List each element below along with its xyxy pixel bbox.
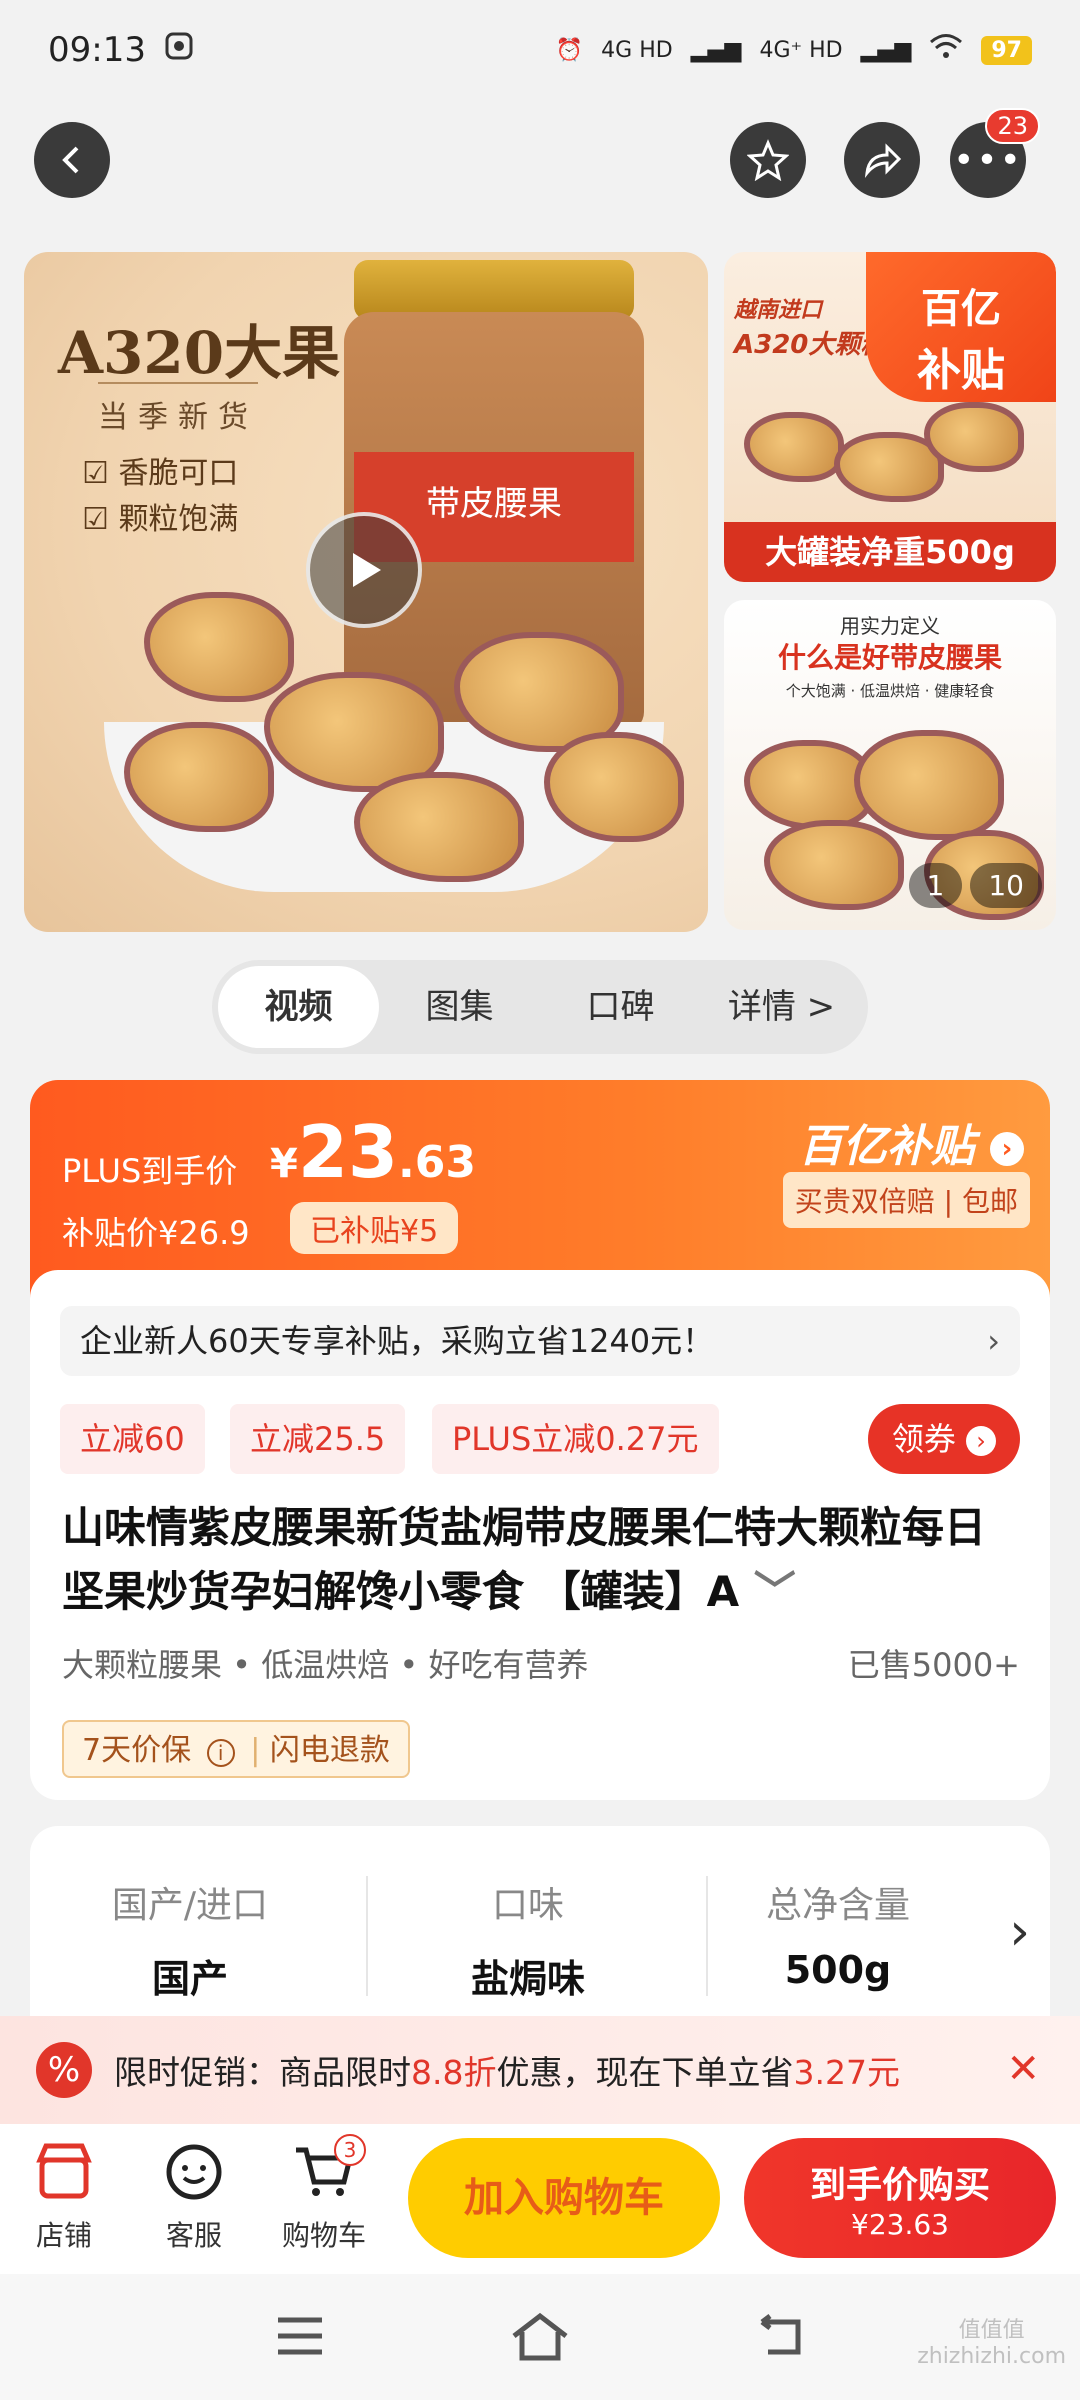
image-bullet-2: ☑ 颗粒饱满 (82, 502, 239, 537)
share-icon (864, 143, 902, 178)
cashew (764, 820, 904, 910)
spec-origin: 国产/进口 国产 (111, 1885, 269, 2001)
spec-flavor: 口味 盐焗味 (470, 1885, 585, 2001)
cashew (854, 730, 1004, 840)
product-info-card: 企业新人60天专享补贴，采购立省1240元！ › 立减60 立减25.5 PLU… (30, 1270, 1050, 1800)
coupon-3[interactable]: PLUS立减0.27元 (432, 1404, 719, 1474)
notification-icon (164, 30, 194, 70)
jar-lid (354, 260, 634, 320)
media-tabs: 视频 图集 口碑 详情 > (212, 960, 868, 1054)
play-icon (353, 553, 381, 587)
product-title[interactable]: 山味情紫皮腰果新货盐焗带皮腰果仁特大颗粒每日坚果炒货孕妇解馋小零食 【罐装】A … (62, 1496, 1022, 1624)
signal1-icon: ▂▄▆ (690, 37, 742, 63)
side1-line2: A320大颗粒 (734, 330, 887, 360)
image-bullet-1: ☑ 香脆可口 (82, 456, 239, 491)
chevron-right-icon: › (966, 1426, 996, 1456)
status-bar: 09:13 ⏰ 4G HD ▂▄▆ 4G⁺ HD ▂▄▆ 97 (0, 0, 1080, 100)
sold-count: 已售5000+ (847, 1646, 1020, 1684)
price-guarantee: 买贵双倍赔 | 包邮 (782, 1172, 1030, 1228)
get-coupon-button[interactable]: 领券 › (867, 1404, 1020, 1474)
product-gallery: 带皮腰果 A320大果 当季新货 ☑ 香脆可口 ☑ 颗粒饱满 越南进口 A320… (0, 240, 1080, 940)
close-icon[interactable]: ✕ (1006, 2046, 1040, 2092)
favorite-button[interactable] (730, 122, 806, 198)
back-nav-icon[interactable] (752, 2312, 808, 2364)
play-video-button[interactable] (306, 512, 422, 628)
share-button[interactable] (844, 122, 920, 198)
side2-tags: 个大饱满 · 低温烘焙 · 健康轻食 (785, 682, 995, 700)
signal1-label: 4G HD (601, 37, 673, 63)
plus-price-label: PLUS到手价 (62, 1152, 238, 1190)
status-icons: ⏰ 4G HD ▂▄▆ 4G⁺ HD ▂▄▆ 97 (556, 33, 1032, 67)
subsidy-price: 补贴价¥26.9 (62, 1214, 250, 1252)
protection-badge[interactable]: 7天价保 i | 闪电退款 (62, 1720, 410, 1778)
cashew (744, 412, 844, 482)
home-icon[interactable] (510, 2312, 570, 2366)
add-to-cart-button[interactable]: 加入购物车 (408, 2138, 720, 2258)
tab-reviews[interactable]: 口碑 (540, 966, 701, 1048)
shop-button[interactable]: 店铺 (14, 2142, 114, 2254)
cart-count-badge: 3 (334, 2134, 366, 2166)
back-button[interactable] (34, 122, 110, 198)
tab-gallery[interactable]: 图集 (379, 966, 540, 1048)
tab-details[interactable]: 详情 > (701, 966, 862, 1048)
side-image-1[interactable]: 越南进口 A320大颗粒 大罐装净重500g 百亿 补贴 (724, 252, 1056, 582)
limited-promo-banner[interactable]: % 限时促销：商品限时 8.8折 优惠，现在下单立省 3.27元 ✕ (0, 2016, 1080, 2124)
signal2-icon: ▂▄▆ (860, 37, 912, 63)
chevron-right-icon: › (990, 1132, 1024, 1166)
battery-icon: 97 (981, 35, 1032, 65)
more-button[interactable]: ••• 23 (950, 108, 1040, 198)
more-icon: ••• (953, 139, 1023, 181)
image-pager: 1 10 (908, 863, 1042, 908)
pager-current: 1 (908, 863, 963, 908)
wifi-icon (929, 33, 963, 67)
system-nav-bar: 值值值 zhizhizhi.com (0, 2274, 1080, 2400)
coupon-2[interactable]: 立减25.5 (230, 1404, 406, 1474)
cashew (144, 592, 294, 702)
percent-icon: % (36, 2042, 92, 2098)
customer-service-button[interactable]: 客服 (144, 2142, 244, 2254)
chevron-left-icon (62, 146, 79, 174)
side-image-2[interactable]: 用实力定义 什么是好带皮腰果 个大饱满 · 低温烘焙 · 健康轻食 1 10 (724, 600, 1056, 930)
cart-button[interactable]: 3 购物车 (274, 2134, 374, 2254)
bottom-action-bar: 店铺 客服 3 购物车 加入购物车 到手价购买 ¥23.63 (0, 2124, 1080, 2274)
buy-now-button[interactable]: 到手价购买 ¥23.63 (744, 2138, 1056, 2258)
clock: 09:13 (48, 30, 146, 70)
chevron-right-icon: › (1009, 1902, 1030, 1962)
shop-icon (36, 2143, 92, 2199)
side1-line1: 越南进口 (734, 298, 823, 323)
plus-price: ¥23.63 (270, 1110, 476, 1194)
menu-icon[interactable] (272, 2312, 328, 2364)
chevron-down-icon: ﹀ (753, 1567, 796, 1616)
product-tags: 大颗粒腰果 • 低温烘焙 • 好吃有营养 (62, 1646, 589, 1684)
billion-subsidy-link[interactable]: 百亿补贴 › (799, 1110, 1024, 1174)
image-title: A320大果 (58, 319, 341, 387)
tab-video[interactable]: 视频 (218, 966, 379, 1048)
side2-line2: 什么是好带皮腰果 (777, 641, 1002, 674)
signal2-label: 4G⁺ HD (759, 37, 843, 63)
alarm-icon: ⏰ (555, 37, 584, 63)
chevron-right-icon: › (987, 1322, 1000, 1360)
watermark: 值值值 zhizhizhi.com (917, 2318, 1066, 2369)
spec-weight: 总净含量 500g (765, 1885, 910, 1992)
star-icon (747, 139, 789, 181)
info-icon: i (206, 1739, 235, 1767)
coupon-1[interactable]: 立减60 (60, 1404, 205, 1474)
notification-badge: 23 (985, 108, 1040, 144)
pager-total: 10 (970, 863, 1042, 908)
enterprise-notice[interactable]: 企业新人60天专享补贴，采购立省1240元！ › (60, 1306, 1020, 1376)
main-product-image[interactable]: 带皮腰果 A320大果 当季新货 ☑ 香脆可口 ☑ 颗粒饱满 (24, 252, 708, 932)
chat-icon (166, 2144, 222, 2200)
image-subtitle: 当季新货 (98, 382, 258, 436)
subsidized-badge: 已补贴¥5 (290, 1202, 459, 1254)
side1-banner: 大罐装净重500g (724, 522, 1056, 582)
billion-subsidy-tag: 百亿 补贴 (866, 252, 1056, 402)
side2-line1: 用实力定义 (840, 614, 940, 638)
